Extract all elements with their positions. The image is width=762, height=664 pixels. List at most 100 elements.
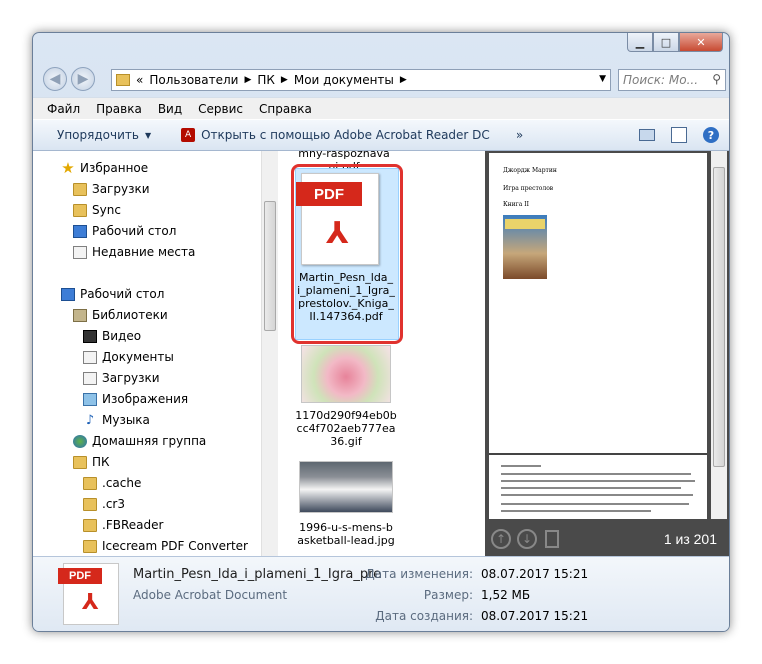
caption-buttons: ▁ □ ✕: [627, 33, 723, 52]
breadcrumb-users[interactable]: Пользователи: [149, 73, 238, 87]
gif-file-name[interactable]: 1170d290f94eb0b cc4f702aeb777ea 36.gif: [293, 409, 399, 448]
nav-images[interactable]: Изображения: [83, 392, 188, 406]
nav-desktop[interactable]: Рабочий стол: [61, 287, 164, 301]
preview-page: Джордж Мартин Игра престолов Книга II: [489, 153, 707, 519]
nav-scrollbar-thumb[interactable]: [264, 201, 276, 331]
nav-folder-fbreader[interactable]: .FBReader: [83, 518, 163, 532]
change-view-icon[interactable]: [639, 129, 655, 141]
breadcrumb-pc[interactable]: ПК: [257, 73, 275, 87]
nav-folder-cache[interactable]: .cache: [83, 476, 141, 490]
nav-pc[interactable]: ПК: [73, 455, 110, 469]
preview-pane-icon[interactable]: [671, 127, 687, 143]
preview-book: Книга II: [503, 201, 530, 208]
forward-button[interactable]: ▶: [71, 67, 95, 91]
preview-controls: ↑ ↓ 1 из 201: [485, 523, 729, 555]
folder-icon: [116, 74, 130, 86]
preview-scrollbar-thumb[interactable]: [713, 167, 725, 467]
file-name-line: cc4f702aeb777ea: [296, 422, 396, 435]
preview-pane: Джордж Мартин Игра престолов Книга II ↑ …: [485, 151, 729, 556]
menu-file[interactable]: Файл: [47, 102, 80, 116]
chevron-right-icon[interactable]: ▶: [244, 75, 251, 85]
document-icon[interactable]: [545, 530, 559, 548]
downloads-folder-icon: [73, 182, 87, 196]
jpg-file-name[interactable]: 1996-u-s-mens-b asketball-lead.jpg: [293, 521, 399, 547]
pdf-file-icon: PDF ⅄: [296, 173, 379, 265]
created-label: Дата создания:: [375, 609, 473, 623]
size-value-text: 1,52 МБ: [481, 588, 531, 602]
chevron-right-icon[interactable]: ▶: [281, 75, 288, 85]
libraries-icon: [73, 308, 87, 322]
acrobat-icon: A: [181, 128, 196, 142]
menu-help[interactable]: Справка: [259, 102, 312, 116]
nav-music[interactable]: ♪ Музыка: [83, 413, 150, 427]
size-value-cell: 1,52 МБ: [481, 588, 530, 602]
menu-edit[interactable]: Правка: [96, 102, 142, 116]
folder-icon: [83, 518, 97, 532]
nav-recent-places[interactable]: Недавние места: [73, 245, 195, 259]
jpg-thumbnail[interactable]: [299, 461, 393, 513]
menu-view[interactable]: Вид: [158, 102, 182, 116]
nav-favorites[interactable]: ★ Избранное: [61, 158, 148, 177]
file-name-line: prestolov._Kniga_: [298, 297, 394, 310]
nav-label: Sync: [92, 203, 121, 217]
selected-file-name: Martin_Pesn_lda_ i_plameni_1_Igra_ prest…: [293, 271, 399, 323]
toolbar-right: ?: [639, 127, 719, 143]
back-button[interactable]: ◀: [43, 67, 67, 91]
nav-documents[interactable]: Документы: [83, 350, 174, 364]
nav-homegroup[interactable]: Домашняя группа: [73, 434, 206, 448]
pdf-badge: PDF: [296, 182, 362, 206]
details-pane: PDF ⅄ Martin_Pesn_lda_i_plameni_1_Igra_p…: [33, 556, 729, 631]
nav-desktop-favorite[interactable]: Рабочий стол: [73, 224, 176, 238]
chevron-right-icon[interactable]: ▶: [400, 75, 407, 85]
modified-row: Дата изменения:: [283, 567, 473, 583]
maximize-button[interactable]: □: [653, 33, 679, 52]
breadcrumb-overflow[interactable]: «: [136, 73, 143, 87]
search-input[interactable]: Поиск: Мо... ⚲: [618, 69, 726, 91]
nav-label: Музыка: [102, 413, 150, 427]
help-icon[interactable]: ?: [703, 127, 719, 143]
next-page-button[interactable]: ↓: [517, 529, 537, 549]
images-icon: [83, 392, 97, 406]
nav-folder-icecream[interactable]: Icecream PDF Converter: [83, 539, 248, 553]
organize-button[interactable]: Упорядочить ▼: [57, 128, 151, 142]
more-commands-button[interactable]: »: [516, 128, 523, 142]
nav-downloads[interactable]: Загрузки: [73, 182, 150, 196]
preview-title: Игра престолов: [503, 185, 554, 192]
nav-video[interactable]: Видео: [83, 329, 141, 343]
nav-folder-cr3[interactable]: .cr3: [83, 497, 125, 511]
chevron-down-icon[interactable]: ▼: [599, 74, 606, 84]
file-name-line: 36.gif: [330, 435, 362, 448]
pane-splitter[interactable]: [279, 151, 283, 556]
star-icon: ★: [61, 158, 75, 177]
nav-label: Недавние места: [92, 245, 196, 259]
modified-value-text: 08.07.2017 15:21: [481, 567, 589, 581]
close-button[interactable]: ✕: [679, 33, 723, 52]
nav-downloads-library[interactable]: Загрузки: [83, 371, 160, 385]
minimize-button[interactable]: ▁: [627, 33, 653, 52]
folder-icon: [73, 203, 87, 217]
open-with-label: Открыть с помощью Adobe Acrobat Reader D…: [201, 128, 490, 142]
nav-label: Рабочий стол: [92, 224, 177, 238]
text-line: [501, 487, 681, 489]
file-name-line: II.147364.pdf: [309, 310, 383, 323]
arrow-down-icon: ↓: [521, 532, 533, 546]
breadcrumb-my-documents[interactable]: Мои документы: [294, 73, 394, 87]
nav-label: Рабочий стол: [80, 287, 165, 301]
nav-libraries[interactable]: Библиотеки: [73, 308, 168, 322]
nav-label: Документы: [102, 350, 174, 364]
previous-page-button[interactable]: ↑: [491, 529, 511, 549]
menu-tools[interactable]: Сервис: [198, 102, 243, 116]
chevron-down-icon: ▼: [144, 130, 152, 140]
nav-scrollbar[interactable]: [261, 151, 278, 556]
preview-scrollbar[interactable]: [711, 151, 727, 519]
user-folder-icon: [73, 455, 87, 469]
address-bar[interactable]: « Пользователи ▶ ПК ▶ Мои документы ▶ ▼: [111, 69, 611, 91]
forward-arrow-icon: ▶: [77, 71, 89, 87]
gif-thumbnail[interactable]: [301, 345, 391, 403]
preview-author: Джордж Мартин: [503, 167, 557, 174]
nav-label: Загрузки: [92, 182, 150, 196]
nav-sync[interactable]: Sync: [73, 203, 121, 217]
open-with-button[interactable]: A Открыть с помощью Adobe Acrobat Reader…: [181, 128, 490, 142]
pdf-file-icon: PDF ⅄: [58, 563, 119, 625]
folder-icon: [83, 497, 97, 511]
